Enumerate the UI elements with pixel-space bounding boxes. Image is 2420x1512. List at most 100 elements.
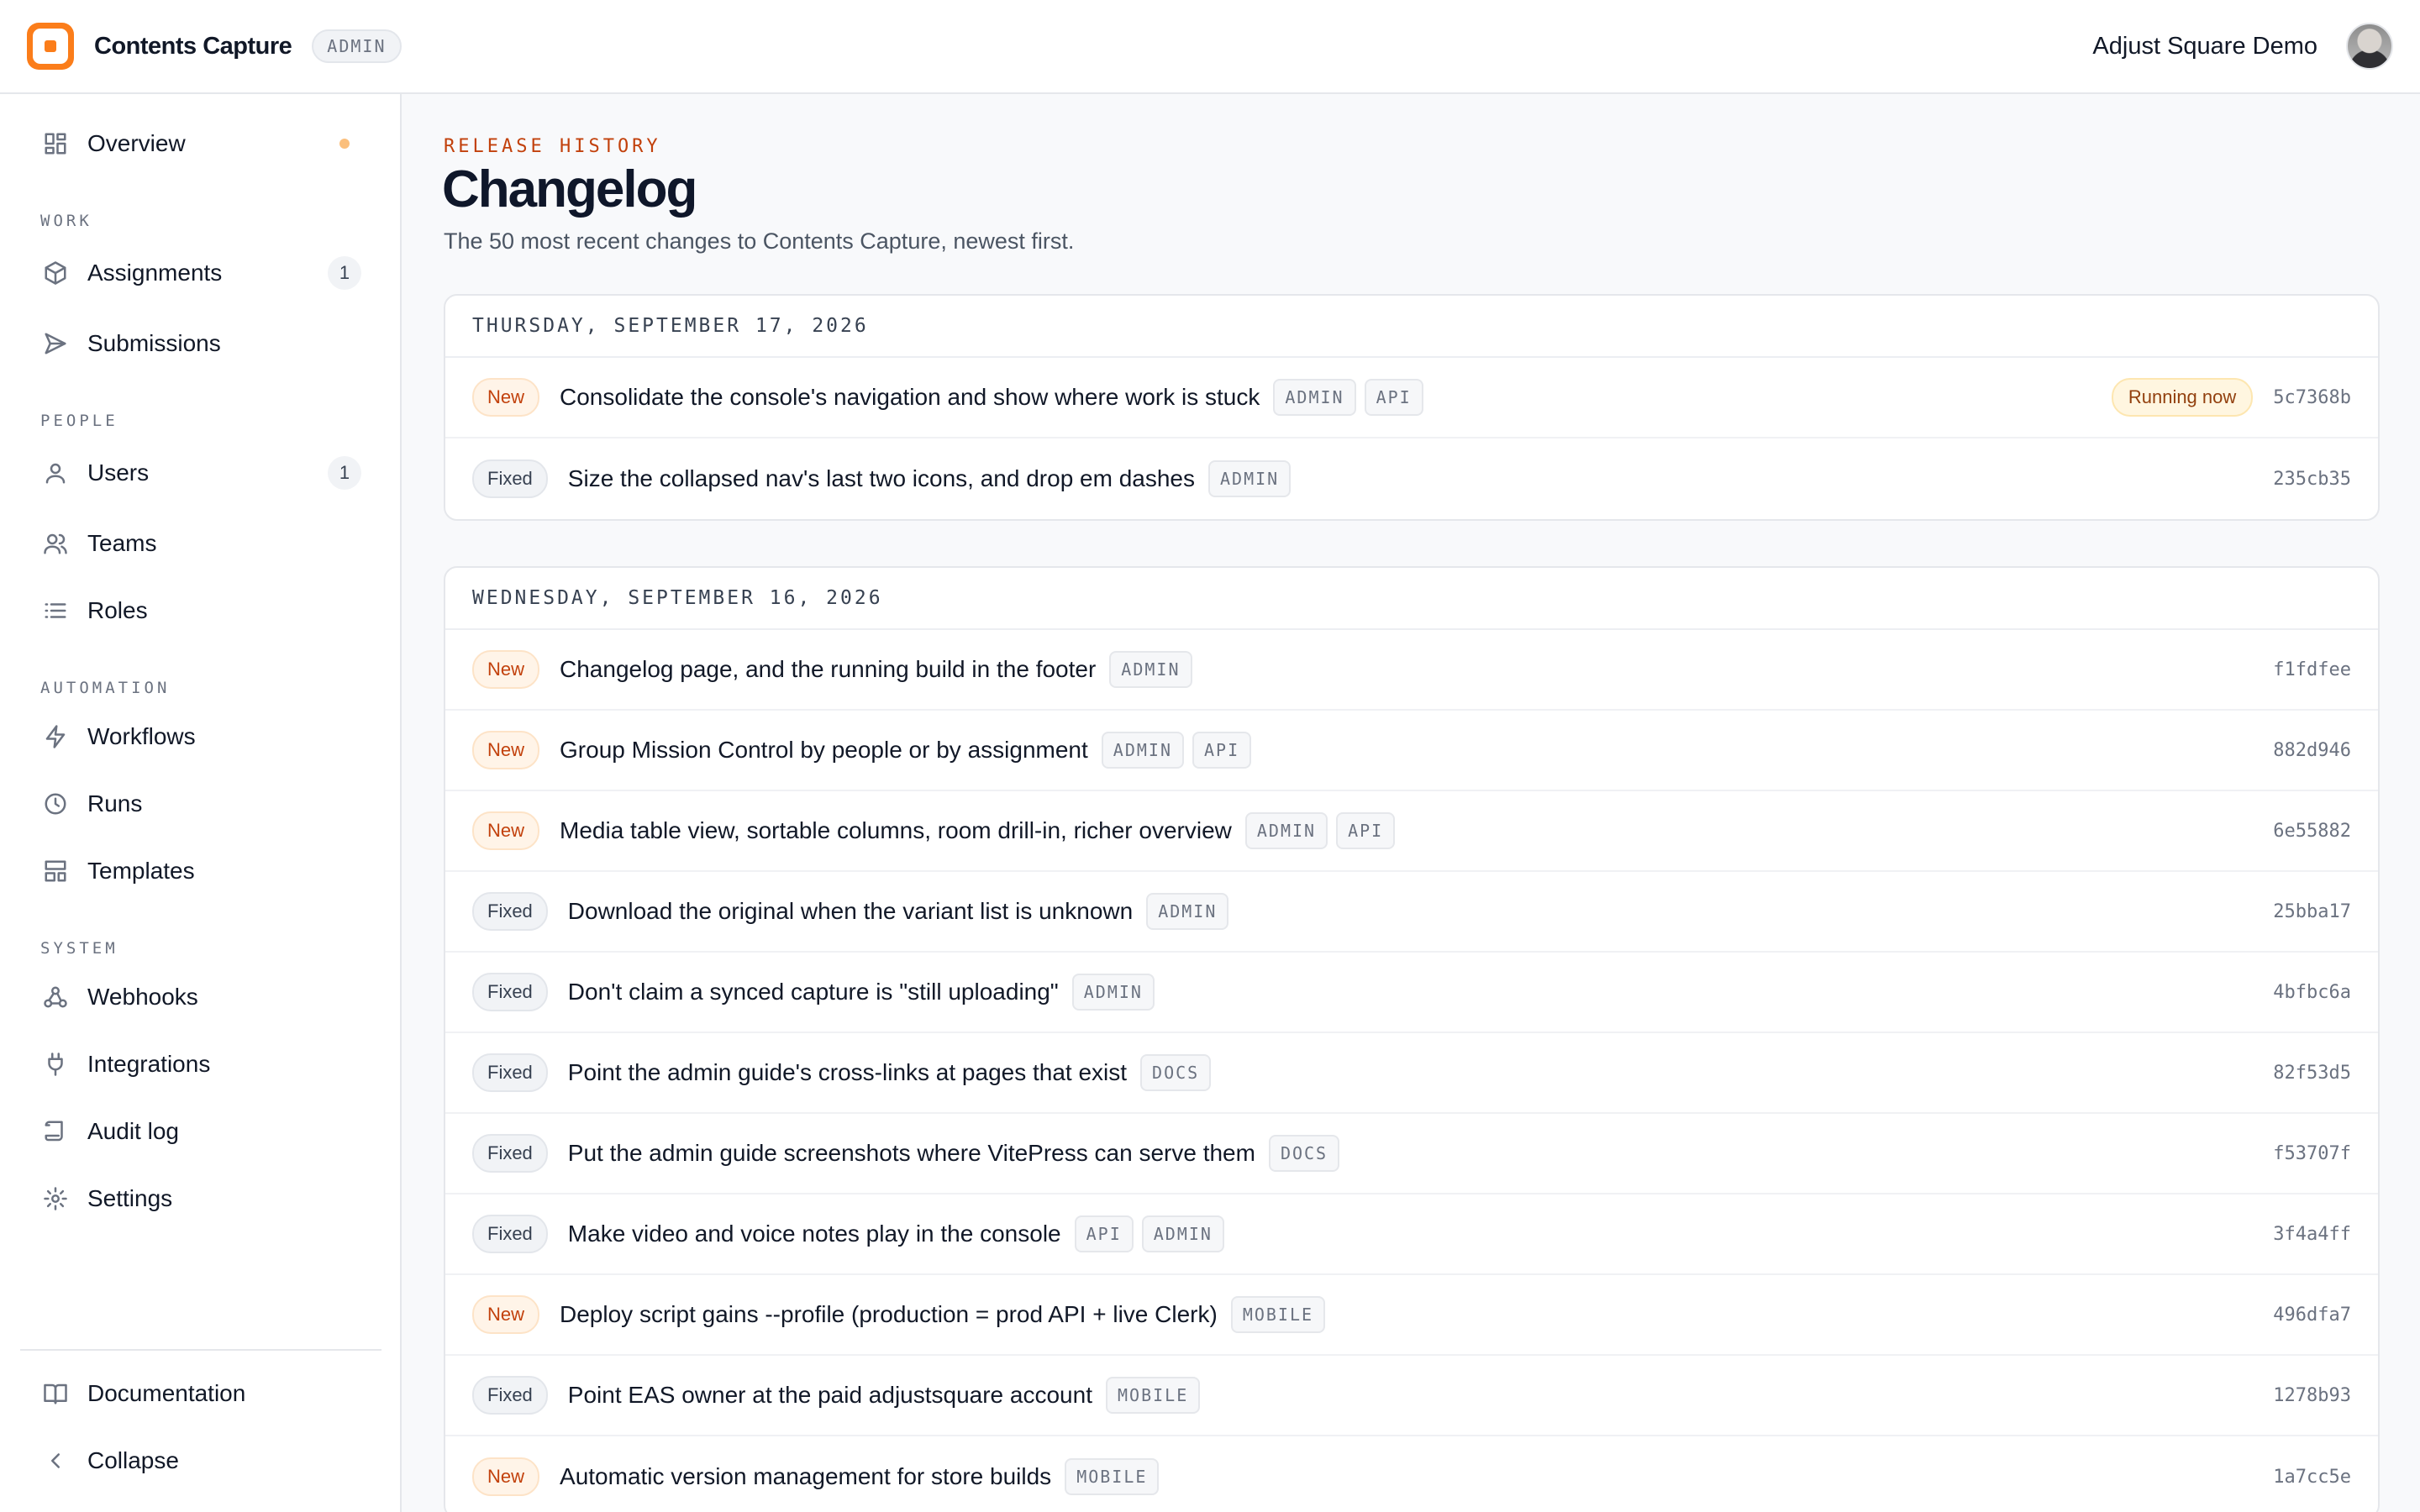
sidebar-item-overview[interactable]: Overview <box>20 114 381 173</box>
kind-badge: Fixed <box>472 1053 548 1092</box>
clock-icon <box>42 790 69 817</box>
section-label-work: WORK <box>40 212 92 230</box>
entry-title: Don't claim a synced capture is "still u… <box>567 979 1059 1005</box>
commit-hash-link[interactable]: 25bba17 <box>2273 901 2351 922</box>
commit-hash-link[interactable]: 3f4a4ff <box>2273 1224 2351 1245</box>
commit-hash-link[interactable]: 82f53d5 <box>2273 1063 2351 1084</box>
changelog-entry[interactable]: Fixed Don't claim a synced capture is "st… <box>445 953 2378 1033</box>
app-logo[interactable] <box>27 23 74 70</box>
entry-title: Automatic version management for store b… <box>560 1463 1052 1489</box>
scope-tag: API <box>1336 812 1396 849</box>
commit-hash-link[interactable]: 5c7368b <box>2273 387 2351 408</box>
section-label-people: PEOPLE <box>40 412 118 430</box>
kind-badge: Fixed <box>472 459 548 498</box>
commit-hash-link[interactable]: 882d946 <box>2273 740 2351 761</box>
sidebar-item-templates[interactable]: Templates <box>20 842 381 900</box>
changelog-entry[interactable]: Fixed Make video and voice notes play in … <box>445 1194 2378 1275</box>
changelog-entry[interactable]: New Changelog page, and the running build… <box>445 630 2378 711</box>
tag-group: ADMIN <box>1109 651 1200 688</box>
sidebar-item-workflows[interactable]: Workflows <box>20 707 381 766</box>
changelog-entry[interactable]: Fixed Download the original when the vari… <box>445 872 2378 953</box>
tag-group: ADMIN <box>1071 974 1163 1011</box>
kind-badge: Fixed <box>472 1376 548 1415</box>
sidebar-item-webhooks[interactable]: Webhooks <box>20 968 381 1026</box>
sidebar-item-label: Integrations <box>87 1051 211 1077</box>
commit-hash-link[interactable]: 235cb35 <box>2273 469 2351 490</box>
kind-badge: New <box>472 650 540 689</box>
grid-icon <box>42 130 69 157</box>
day-heading: THURSDAY, SEPTEMBER 17, 2026 <box>445 296 2378 358</box>
running-badge: Running now <box>2111 378 2254 417</box>
scope-tag: ADMIN <box>1141 1215 1224 1252</box>
tag-group: MOBILE <box>1230 1296 1334 1333</box>
documentation-link[interactable]: Documentation <box>20 1364 381 1423</box>
changelog-entry[interactable]: New Group Mission Control by people or by… <box>445 711 2378 791</box>
entry-title: Media table view, sortable columns, room… <box>560 817 1232 843</box>
sidebar-divider <box>20 1349 381 1351</box>
scope-tag: ADMIN <box>1101 732 1184 769</box>
sidebar-item-label: Users <box>87 459 150 486</box>
commit-hash-link[interactable]: 496dfa7 <box>2273 1305 2351 1326</box>
page-eyebrow: RELEASE HISTORY <box>444 136 661 157</box>
entry-title: Download the original when the variant l… <box>567 898 1134 924</box>
tag-group: ADMIN <box>1146 893 1237 930</box>
entry-title: Consolidate the console's navigation and… <box>560 384 1260 410</box>
entry-title: Point EAS owner at the paid adjustsquare… <box>567 1382 1092 1408</box>
kind-badge: New <box>472 811 540 850</box>
gear-icon <box>42 1185 69 1212</box>
tag-group: ADMIN API <box>1273 379 1431 416</box>
sidebar-item-integrations[interactable]: Integrations <box>20 1035 381 1094</box>
scope-tag: ADMIN <box>1273 379 1356 416</box>
changelog-entry[interactable]: New Consolidate the console's navigation … <box>445 358 2378 438</box>
sidebar-item-settings[interactable]: Settings <box>20 1169 381 1228</box>
scope-tag: API <box>1364 379 1423 416</box>
sidebar-item-roles[interactable]: Roles <box>20 581 381 640</box>
commit-hash-link[interactable]: 1278b93 <box>2273 1385 2351 1406</box>
sidebar-item-assignments[interactable]: Assignments 1 <box>20 244 381 302</box>
changelog-entry[interactable]: Fixed Point the admin guide's cross-links… <box>445 1033 2378 1114</box>
kind-badge: Fixed <box>472 973 548 1011</box>
commit-hash-link[interactable]: 6e55882 <box>2273 821 2351 842</box>
tag-group: ADMIN API <box>1101 732 1260 769</box>
kind-badge: Fixed <box>472 1134 548 1173</box>
sidebar-item-label: Overview <box>87 130 186 156</box>
box-icon <box>42 260 69 286</box>
collapse-button[interactable]: Collapse <box>20 1431 381 1490</box>
sidebar-item-label: Workflows <box>87 723 196 749</box>
avatar[interactable] <box>2346 23 2393 70</box>
section-label-system: SYSTEM <box>40 939 118 958</box>
sidebar-item-runs[interactable]: Runs <box>20 774 381 833</box>
changelog-entry[interactable]: New Deploy script gains --profile (produc… <box>445 1275 2378 1356</box>
sidebar-item-submissions[interactable]: Submissions <box>20 314 381 373</box>
commit-hash-link[interactable]: 4bfbc6a <box>2273 982 2351 1003</box>
webhook-icon <box>42 984 69 1011</box>
sidebar-item-teams[interactable]: Teams <box>20 514 381 573</box>
changelog-day-card: THURSDAY, SEPTEMBER 17, 2026 New Consolid… <box>444 294 2380 521</box>
sidebar-item-users[interactable]: Users 1 <box>20 444 381 502</box>
kind-badge: New <box>472 1457 540 1496</box>
commit-hash-link[interactable]: 1a7cc5e <box>2273 1467 2351 1488</box>
tag-group: ADMIN <box>1208 460 1299 497</box>
top-bar: Contents Capture ADMIN Adjust Square Dem… <box>0 0 2420 94</box>
bolt-icon <box>42 723 69 750</box>
changelog-entry[interactable]: New Media table view, sortable columns, r… <box>445 791 2378 872</box>
sidebar-item-label: Teams <box>87 530 157 556</box>
changelog-entry[interactable]: Fixed Put the admin guide screenshots whe… <box>445 1114 2378 1194</box>
changelog-day-card: WEDNESDAY, SEPTEMBER 16, 2026 New Changel… <box>444 566 2380 1512</box>
sidebar-item-audit-log[interactable]: Audit log <box>20 1102 381 1161</box>
book-icon <box>42 1380 69 1407</box>
changelog-entry[interactable]: New Automatic version management for stor… <box>445 1436 2378 1512</box>
scope-tag: DOCS <box>1268 1135 1340 1172</box>
org-name[interactable]: Adjust Square Demo <box>2092 33 2317 60</box>
app-name[interactable]: Contents Capture <box>94 33 292 60</box>
layout-icon <box>42 858 69 885</box>
commit-hash-link[interactable]: f53707f <box>2273 1143 2351 1164</box>
scope-tag: ADMIN <box>1109 651 1192 688</box>
changelog-entry[interactable]: Fixed Size the collapsed nav's last two i… <box>445 438 2378 519</box>
user-icon <box>42 459 69 486</box>
tag-group: MOBILE <box>1105 1377 1208 1414</box>
changelog-entry[interactable]: Fixed Point EAS owner at the paid adjusts… <box>445 1356 2378 1436</box>
sidebar-item-label: Collapse <box>87 1447 179 1473</box>
commit-hash-link[interactable]: f1fdfee <box>2273 659 2351 680</box>
tag-group: DOCS <box>1268 1135 1348 1172</box>
